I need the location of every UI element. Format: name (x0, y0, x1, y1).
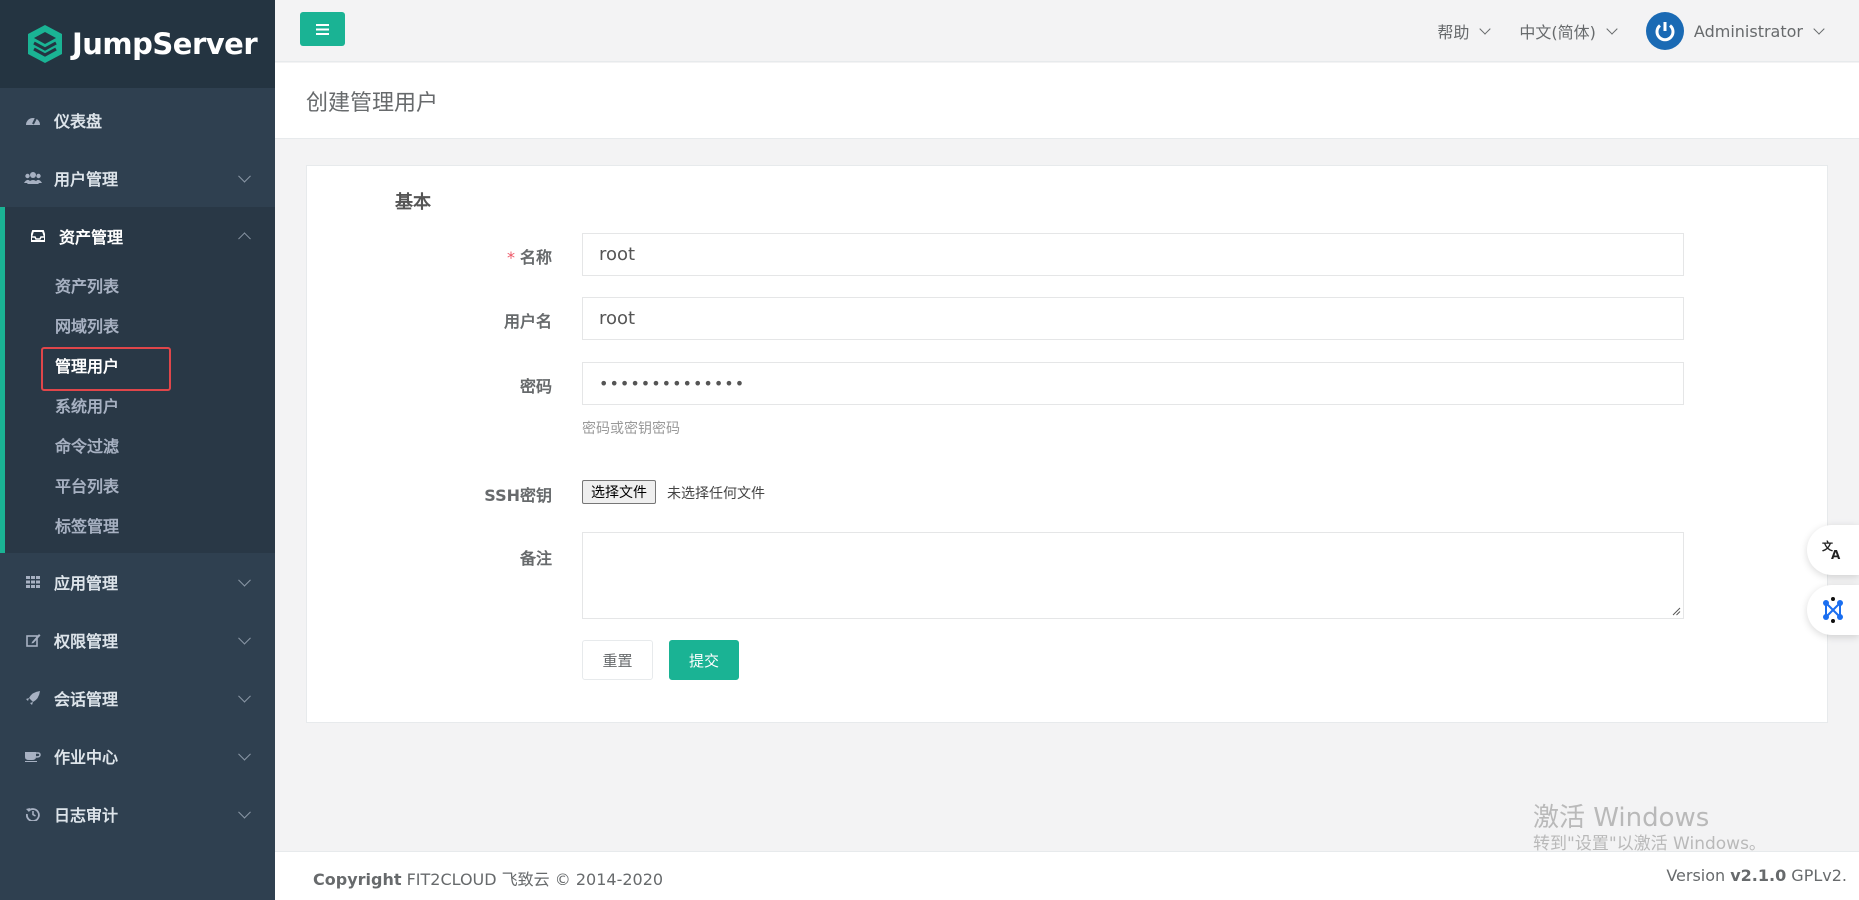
sidebar-subitem-domain-list[interactable]: 网域列表 (5, 305, 275, 345)
chevron-down-icon (238, 573, 251, 587)
name-value: root (599, 244, 636, 265)
version-number: v2.1.0 (1730, 866, 1787, 885)
footer-copyright: Copyright FIT2CLOUD 飞致云 © 2014-2020 (313, 866, 663, 890)
copyright-bold: Copyright (313, 870, 402, 889)
users-icon (24, 169, 42, 187)
brand-name: JumpServer (72, 27, 258, 61)
sidebar-group-assets: 资产管理 资产列表 网域列表 管理用户 系统用户 命令过滤 平台列表 标签管理 (0, 207, 275, 553)
sidebar-item-label: 仪表盘 (54, 112, 103, 131)
translate-button[interactable]: 文 A (1807, 525, 1859, 575)
name-label-text: 名称 (519, 248, 552, 267)
sidebar-item-applications[interactable]: 应用管理 (0, 553, 275, 611)
network-icon (1823, 597, 1843, 623)
sidebar-item-sessions[interactable]: 会话管理 (0, 669, 275, 727)
form-card: 基本 * 名称 root 用户名 root 密码 •••••••••••••• 密… (306, 165, 1828, 723)
help-label: 帮助 (1437, 23, 1470, 42)
copyright-text: FIT2CLOUD 飞致云 © 2014-2020 (401, 870, 664, 889)
help-dropdown[interactable]: 帮助 (1437, 19, 1492, 43)
svg-text:A: A (1831, 548, 1841, 561)
choose-file-button[interactable]: 选择文件 (582, 480, 656, 504)
top-header: 帮助 中文(简体) Administrator (275, 0, 1859, 62)
submit-button[interactable]: 提交 (669, 640, 739, 680)
sidebar-item-label: 作业中心 (54, 748, 119, 767)
chevron-down-icon (1479, 22, 1492, 35)
sidebar-subitem-command-filter[interactable]: 命令过滤 (5, 425, 275, 465)
sidebar-subitem-system-user[interactable]: 系统用户 (5, 385, 275, 425)
sidebar-item-label: 权限管理 (54, 632, 119, 651)
jumpserver-logo-icon (28, 25, 62, 63)
reset-button[interactable]: 重置 (582, 640, 653, 680)
license-text: GPLv2. (1786, 866, 1847, 885)
language-dropdown[interactable]: 中文(简体) (1519, 19, 1618, 43)
sidebar-item-permissions[interactable]: 权限管理 (0, 611, 275, 669)
sidebar-item-assets[interactable]: 资产管理 (5, 207, 275, 265)
footer-version: Version v2.1.0 GPLv2. (1666, 866, 1847, 885)
avatar (1645, 12, 1684, 50)
page-title: 创建管理用户 (306, 91, 439, 116)
coffee-icon (24, 747, 42, 765)
power-icon (1655, 22, 1675, 42)
sidebar-item-audit[interactable]: 日志审计 (0, 785, 275, 843)
sidebar-item-dashboard[interactable]: 仪表盘 (0, 91, 275, 149)
password-label: 密码 (519, 377, 552, 396)
hamburger-icon (316, 23, 329, 35)
sidebar-subitem-platform-list[interactable]: 平台列表 (5, 465, 275, 505)
sidebar-item-label: 会话管理 (54, 690, 119, 709)
history-icon (24, 805, 42, 823)
sidebar-item-label: 应用管理 (54, 574, 119, 593)
ssh-key-label: SSH密钥 (484, 486, 552, 505)
dashboard-icon (24, 111, 42, 129)
sidebar-toggle-button[interactable] (300, 12, 345, 46)
chevron-down-icon (1606, 22, 1618, 35)
translate-icon: 文 A (1822, 539, 1841, 561)
page-heading: 创建管理用户 (275, 63, 1859, 139)
sidebar-item-label: 日志审计 (54, 806, 119, 825)
chevron-down-icon (1813, 22, 1825, 35)
sidebar-subitem-asset-list[interactable]: 资产列表 (5, 265, 275, 305)
comment-textarea[interactable] (582, 532, 1684, 619)
username-label: 用户名 (503, 312, 552, 331)
section-title: 基本 (395, 192, 431, 213)
top-nav: 帮助 中文(简体) Administrator (1437, 0, 1859, 62)
language-label: 中文(简体) (1519, 23, 1596, 42)
inbox-icon (29, 227, 47, 245)
required-marker: * (506, 248, 515, 267)
sidebar: JumpServer 仪表盘 用户管理 资产管理 资产列表 网域列表 管理用户 … (0, 0, 275, 900)
password-value: •••••••••••••• (599, 374, 746, 393)
user-dropdown[interactable]: Administrator (1645, 12, 1825, 50)
network-tool-button[interactable] (1807, 585, 1859, 635)
username-input[interactable]: root (582, 297, 1684, 340)
chevron-down-icon (238, 689, 251, 703)
chevron-down-icon (238, 747, 251, 761)
no-file-text: 未选择任何文件 (667, 486, 765, 502)
footer: Copyright FIT2CLOUD 飞致云 © 2014-2020 Vers… (275, 851, 1859, 900)
chevron-down-icon (238, 805, 251, 819)
sidebar-subitem-admin-user[interactable]: 管理用户 (5, 345, 275, 391)
password-input[interactable]: •••••••••••••• (582, 362, 1684, 405)
user-name: Administrator (1693, 21, 1803, 41)
chevron-up-icon (238, 232, 251, 246)
sidebar-item-label: 用户管理 (54, 170, 119, 189)
name-input[interactable]: root (582, 233, 1684, 276)
sidebar-item-jobs[interactable]: 作业中心 (0, 727, 275, 785)
resize-handle-icon[interactable] (1671, 606, 1681, 616)
edit-icon (24, 631, 42, 649)
chevron-down-icon (238, 169, 251, 183)
username-value: root (599, 308, 636, 329)
name-label: * 名称 (352, 244, 552, 268)
password-help-text: 密码或密钥密码 (582, 421, 680, 437)
grid-icon (24, 573, 42, 591)
sidebar-item-label: 资产管理 (59, 228, 124, 247)
version-prefix: Version (1666, 866, 1731, 885)
rocket-icon (24, 689, 42, 707)
comment-label: 备注 (519, 549, 552, 568)
sidebar-subitem-label-manage[interactable]: 标签管理 (5, 505, 275, 545)
chevron-down-icon (238, 631, 251, 645)
sidebar-item-users[interactable]: 用户管理 (0, 149, 275, 207)
logo[interactable]: JumpServer (0, 0, 275, 88)
